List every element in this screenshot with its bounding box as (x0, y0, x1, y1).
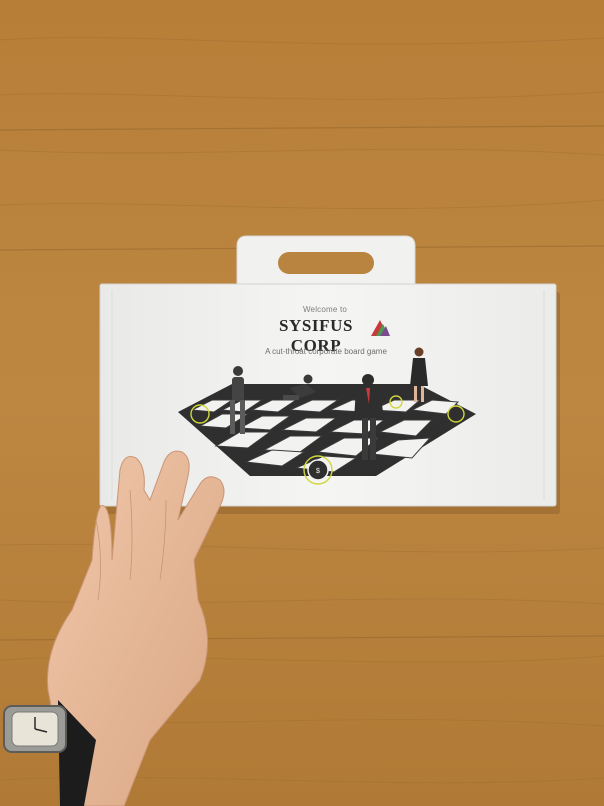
photo-scene: $ Welcome to SYSIFUS CORP A cut-throat c… (0, 0, 604, 806)
svg-text:$: $ (316, 468, 320, 475)
photo-illustration: $ (0, 0, 604, 806)
handle-hole (278, 252, 374, 274)
